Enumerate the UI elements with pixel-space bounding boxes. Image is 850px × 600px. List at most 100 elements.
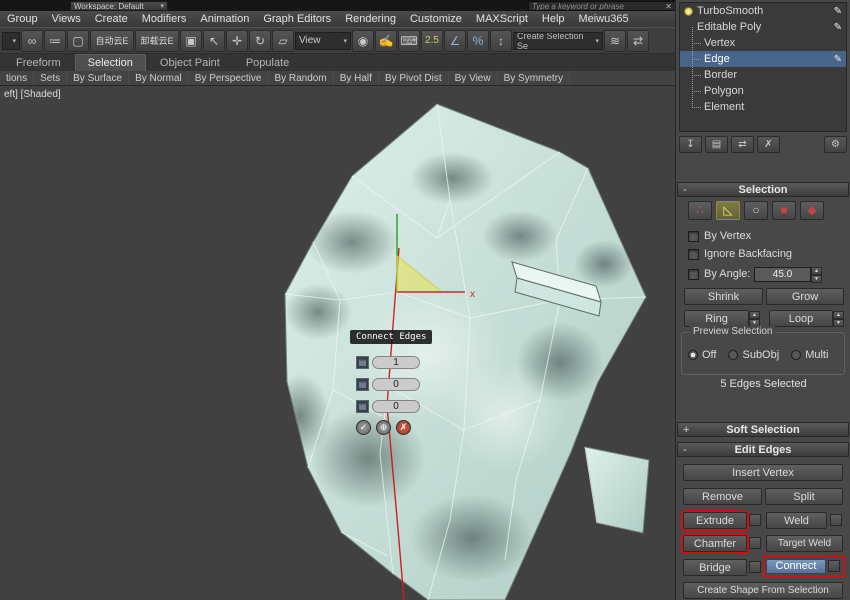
spinner-up-icon[interactable] [811,267,822,275]
ribbon-tool-sets[interactable]: Sets [34,71,67,85]
ribbon-tool-by-perspective[interactable]: By Perspective [189,71,269,85]
spinner-down-icon[interactable] [811,275,822,283]
extrude-button[interactable]: Extrude [683,512,747,529]
ribbon-tool-tions[interactable]: tions [0,71,34,85]
use-pivot-center-icon[interactable]: ◉ [352,30,374,52]
border-subobject-icon[interactable]: ○ [744,201,768,220]
remove-modifier-icon[interactable]: ✗ [757,136,780,153]
stack-item-vertex[interactable]: Vertex [680,35,846,51]
pinch-input[interactable]: 0 [372,378,420,391]
mesh-canvas[interactable]: x [0,86,675,600]
menu-graph-editors[interactable]: Graph Editors [256,11,338,27]
selection-region-icon[interactable]: ▢ [67,30,89,52]
window-crossing-icon[interactable]: ▣ [180,30,202,52]
select-scale-icon[interactable]: ▱ [272,30,294,52]
menu-views[interactable]: Views [45,11,88,27]
create-shape-button[interactable]: Create Shape From Selection [683,582,843,599]
select-move-icon[interactable]: ✛ [226,30,248,52]
polygon-subobject-icon[interactable]: ■ [772,201,796,220]
by-angle-checkbox[interactable] [688,269,699,280]
by-angle-spinner[interactable] [811,267,822,282]
show-end-result-icon[interactable]: ▤ [705,136,728,153]
snaps-toggle-icon[interactable]: 2.5 [421,30,443,52]
ring-spinner[interactable] [749,311,760,326]
loop-button[interactable]: Loop [769,310,833,327]
stack-item-element[interactable]: Element [680,99,846,115]
stack-item-border[interactable]: Border [680,67,846,83]
ribbon-tool-by-symmetry[interactable]: By Symmetry [498,71,570,85]
menu-create[interactable]: Create [88,11,135,27]
menu-meiwu365[interactable]: Meiwu365 [572,11,636,27]
unload-cloud-library-button[interactable]: 卸载云E库 [135,30,179,52]
chamfer-button[interactable]: Chamfer [683,535,747,552]
tab-freeform[interactable]: Freeform [4,55,73,71]
visibility-bulb-icon[interactable] [684,7,693,16]
split-button[interactable]: Split [765,488,843,505]
stack-item-editable-poly[interactable]: Editable Poly ✎ [680,19,846,35]
target-weld-button[interactable]: Target Weld [766,535,843,552]
vertex-subobject-icon[interactable]: ∴ [688,201,712,220]
by-angle-field[interactable]: 45.0 [754,267,811,282]
stack-item-polygon[interactable]: Polygon [680,83,846,99]
menu-rendering[interactable]: Rendering [338,11,403,27]
caddy-cancel-button[interactable]: ✗ [396,420,411,435]
slide-input[interactable]: 0 [372,400,420,413]
keyboard-override-icon[interactable]: ⌨ [398,30,420,52]
grow-button[interactable]: Grow [766,288,844,305]
bridge-button[interactable]: Bridge [683,559,747,576]
menu-help[interactable]: Help [535,11,572,27]
weld-button[interactable]: Weld [766,512,827,529]
spinner-up-icon[interactable] [833,311,844,319]
ribbon-tool-by-half[interactable]: By Half [334,71,379,85]
ribbon-tool-by-view[interactable]: By View [449,71,498,85]
tab-populate[interactable]: Populate [234,55,301,71]
select-by-name-icon[interactable]: ≔ [44,30,66,52]
menu-animation[interactable]: Animation [193,11,256,27]
menu-maxscript[interactable]: MAXScript [469,11,535,27]
reference-coordinate-dropdown[interactable]: View ▾ [295,32,351,50]
spinner-down-icon[interactable] [833,319,844,327]
viewport[interactable]: eft] [Shaded] [0,86,675,600]
make-unique-icon[interactable]: ⇄ [731,136,754,153]
ribbon-tool-by-normal[interactable]: By Normal [129,71,189,85]
tab-selection[interactable]: Selection [75,54,146,71]
spinner-snap-icon[interactable]: ↕ [490,30,512,52]
preview-off-radio[interactable] [688,350,698,360]
edit-edges-rollout-header[interactable]: - Edit Edges [677,442,849,457]
menu-customize[interactable]: Customize [403,11,469,27]
edge-subobject-icon[interactable]: ◺ [716,201,740,220]
caddy-apply-button[interactable]: ⊕ [376,420,391,435]
pin-stack-icon[interactable]: ↧ [679,136,702,153]
select-manipulate-icon[interactable]: ✍ [375,30,397,52]
menu-group[interactable]: Group [0,11,45,27]
element-subobject-icon[interactable]: ◆ [800,201,824,220]
link-icon[interactable]: ∞ [21,30,43,52]
viewport-label[interactable]: eft] [Shaded] [4,89,61,100]
stack-item-turbosmooth[interactable]: TurboSmooth ✎ [680,3,846,19]
ribbon-tool-by-random[interactable]: By Random [268,71,333,85]
ignore-backfacing-checkbox[interactable] [688,249,699,260]
by-vertex-checkbox[interactable] [688,231,699,242]
bridge-settings-button[interactable] [749,561,761,573]
connect-button[interactable]: Connect [766,559,826,574]
ribbon-tool-by-surface[interactable]: By Surface [67,71,129,85]
preview-multi-radio[interactable] [791,350,801,360]
extrude-settings-button[interactable] [749,514,761,526]
insert-vertex-button[interactable]: Insert Vertex [683,464,843,481]
select-rotate-icon[interactable]: ↻ [249,30,271,52]
selection-rollout-header[interactable]: - Selection [677,182,849,197]
search-box[interactable]: Type a keyword or phrase ✕ [528,1,676,11]
mirror-icon[interactable]: ⇄ [627,30,649,52]
spinner-up-icon[interactable] [749,311,760,319]
connect-settings-button[interactable] [828,560,840,572]
soft-selection-rollout-header[interactable]: + Soft Selection [677,422,849,437]
segments-input[interactable]: 1 [372,356,420,369]
edit-named-sets-icon[interactable]: ≋ [604,30,626,52]
configure-modifier-sets-icon[interactable]: ⚙ [824,136,847,153]
remove-button[interactable]: Remove [683,488,762,505]
percent-snap-icon[interactable]: % [467,30,489,52]
tab-object-paint[interactable]: Object Paint [148,55,232,71]
loop-spinner[interactable] [833,311,844,326]
ribbon-tool-by-pivot-dist[interactable]: By Pivot Dist [379,71,449,85]
caddy-ok-button[interactable]: ✓ [356,420,371,435]
